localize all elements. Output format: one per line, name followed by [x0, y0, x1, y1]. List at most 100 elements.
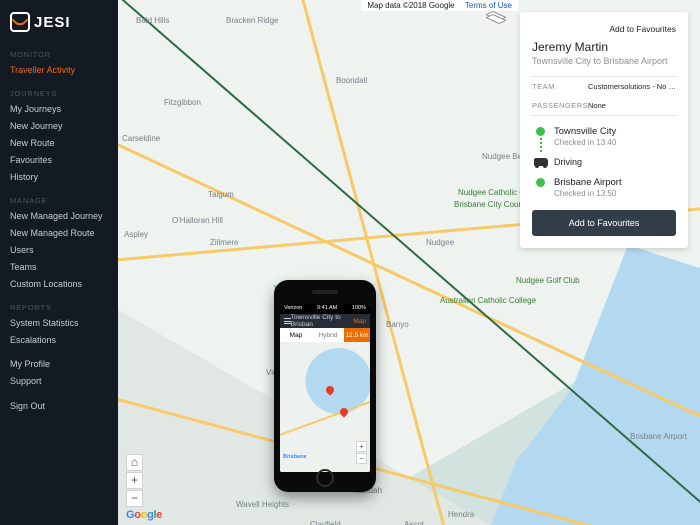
origin-meta: Checked in 13:40	[554, 138, 676, 147]
sidebar-item-system-statistics[interactable]: System Statistics	[10, 318, 108, 328]
sidebar-item-my-journeys[interactable]: My Journeys	[10, 104, 108, 114]
phone-status-bar: Verizon 9:41 AM 100%	[280, 304, 370, 314]
sidebar-item-my-profile[interactable]: My Profile	[10, 359, 108, 369]
map-label: Taigum	[208, 190, 234, 199]
sidebar-item-custom-locations[interactable]: Custom Locations	[10, 279, 108, 289]
trip-subtitle: Townsville City to Brisbane Airport	[532, 56, 676, 66]
sidebar-group-manage: MANAGE New Managed Journey New Managed R…	[10, 196, 108, 289]
brand-logo-icon	[10, 12, 30, 32]
trip-meta-row: PASSENGERS None	[532, 96, 676, 115]
sidebar-item-traveller-activity[interactable]: Traveller Activity	[10, 65, 108, 75]
sidebar-group-journeys: JOURNEYS My Journeys New Journey New Rou…	[10, 89, 108, 182]
map-zoom-in-button[interactable]: +	[126, 472, 143, 489]
map-label: Hendra	[448, 510, 474, 519]
itinerary-mode: Driving	[534, 157, 676, 167]
map-label: Brisbane Airport	[630, 432, 687, 441]
car-icon	[534, 158, 548, 166]
map-label: Nudgee	[426, 238, 454, 247]
sidebar-item-new-managed-journey[interactable]: New Managed Journey	[10, 211, 108, 221]
google-logo: Google	[126, 509, 162, 521]
map-label: Wavell Heights	[236, 500, 289, 509]
traveller-name: Jeremy Martin	[532, 40, 676, 54]
itinerary-destination: Brisbane Airport Checked in 13:50	[554, 177, 676, 198]
map-terms-link[interactable]: Terms of Use	[465, 1, 512, 10]
sidebar-item-support[interactable]: Support	[10, 376, 108, 386]
map-label: O'Halloran Hill	[172, 216, 223, 225]
route-dash-icon	[540, 138, 542, 152]
phone-tab-hybrid[interactable]: Hybrid	[312, 328, 344, 342]
map-label: Clayfield	[310, 520, 341, 525]
trip-meta-key: PASSENGERS	[532, 101, 588, 110]
sidebar-head: MANAGE	[10, 196, 108, 205]
phone-zoom-out-button[interactable]: −	[356, 453, 367, 464]
phone-map-link[interactable]: Map	[353, 318, 366, 325]
sidebar-item-users[interactable]: Users	[10, 245, 108, 255]
map-attribution: Map data ©2018 Google Terms of Use	[361, 0, 518, 11]
destination-title: Brisbane Airport	[554, 177, 676, 188]
hamburger-icon[interactable]	[284, 318, 291, 324]
sidebar-group-reports: REPORTS System Statistics Escalations	[10, 303, 108, 345]
map-label: Ascot	[404, 520, 424, 525]
map-label: Bald Hills	[136, 16, 169, 25]
phone-mockup: Verizon 9:41 AM 100% Townsville City to …	[274, 280, 376, 492]
trip-meta-value: None	[588, 101, 676, 110]
sidebar: JESI MONITOR Traveller Activity JOURNEYS…	[0, 0, 118, 525]
sidebar-head: JOURNEYS	[10, 89, 108, 98]
map-recenter-button[interactable]: ⌂	[126, 454, 143, 471]
map-label: Boondall	[336, 76, 367, 85]
map-label: Carseldine	[122, 134, 160, 143]
phone-map-road	[280, 388, 370, 438]
trip-card: Add to Favourites Jeremy Martin Townsvil…	[520, 12, 688, 248]
sidebar-item-favourites[interactable]: Favourites	[10, 155, 108, 165]
map-label: Zillmere	[210, 238, 238, 247]
sidebar-item-escalations[interactable]: Escalations	[10, 335, 108, 345]
sidebar-group-monitor: MONITOR Traveller Activity	[10, 50, 108, 75]
origin-title: Townsville City	[554, 126, 676, 137]
sidebar-head: REPORTS	[10, 303, 108, 312]
phone-time: 9:41 AM	[317, 305, 337, 313]
phone-zoom-in-button[interactable]: +	[356, 441, 367, 452]
map-zoom-out-button[interactable]: −	[126, 490, 143, 507]
phone-tab-map[interactable]: Map	[280, 328, 312, 342]
sidebar-item-teams[interactable]: Teams	[10, 262, 108, 272]
trip-meta: TEAM Customersolutions - No … PASSENGERS…	[532, 76, 676, 116]
phone-map[interactable]: + − Brisbane	[280, 342, 370, 472]
map-label: Bracken Ridge	[226, 16, 278, 25]
map-poi: Australian Catholic College	[440, 296, 536, 305]
sidebar-item-new-route[interactable]: New Route	[10, 138, 108, 148]
phone-screen: Verizon 9:41 AM 100% Townsville City to …	[280, 304, 370, 472]
phone-header: Townsville City to Brisban Map	[280, 314, 370, 328]
map-label: Banyo	[386, 320, 409, 329]
add-to-favourites-button[interactable]: Add to Favourites	[532, 210, 676, 236]
sidebar-item-new-journey[interactable]: New Journey	[10, 121, 108, 131]
destination-dot-icon	[536, 178, 545, 187]
phone-distance-button[interactable]: 12.5 km	[344, 328, 370, 342]
sidebar-head: MONITOR	[10, 50, 108, 59]
brand-name: JESI	[34, 14, 71, 31]
trip-meta-key: TEAM	[532, 82, 588, 91]
destination-meta: Checked in 13:50	[554, 189, 676, 198]
map-attribution-text: Map data ©2018 Google	[367, 1, 454, 10]
map-label: Aspley	[124, 230, 148, 239]
map-layers-button[interactable]	[486, 12, 504, 26]
sidebar-item-new-managed-route[interactable]: New Managed Route	[10, 228, 108, 238]
trip-meta-row: TEAM Customersolutions - No …	[532, 77, 676, 96]
phone-battery: 100%	[352, 305, 366, 313]
origin-dot-icon	[536, 127, 545, 136]
phone-tabs: Map Hybrid 12.5 km	[280, 328, 370, 342]
itinerary-origin: Townsville City Checked in 13:40	[554, 126, 676, 147]
phone-map-brand: Brisbane	[283, 454, 307, 460]
map-poi: Nudgee Golf Club	[516, 276, 580, 285]
trip-itinerary: Townsville City Checked in 13:40 Driving…	[532, 126, 676, 198]
phone-carrier: Verizon	[284, 305, 302, 313]
sidebar-item-history[interactable]: History	[10, 172, 108, 182]
map-pin-origin-icon[interactable]	[324, 384, 335, 395]
map-water	[460, 245, 700, 525]
sidebar-item-sign-out[interactable]: Sign Out	[10, 401, 108, 411]
add-to-favourites-link[interactable]: Add to Favourites	[532, 24, 676, 34]
brand-logo[interactable]: JESI	[10, 12, 108, 32]
sidebar-group-footer: My Profile Support Sign Out	[10, 359, 108, 411]
phone-title: Townsville City to Brisban	[291, 314, 354, 328]
mode-label: Driving	[554, 157, 582, 167]
trip-meta-value: Customersolutions - No …	[588, 82, 676, 91]
